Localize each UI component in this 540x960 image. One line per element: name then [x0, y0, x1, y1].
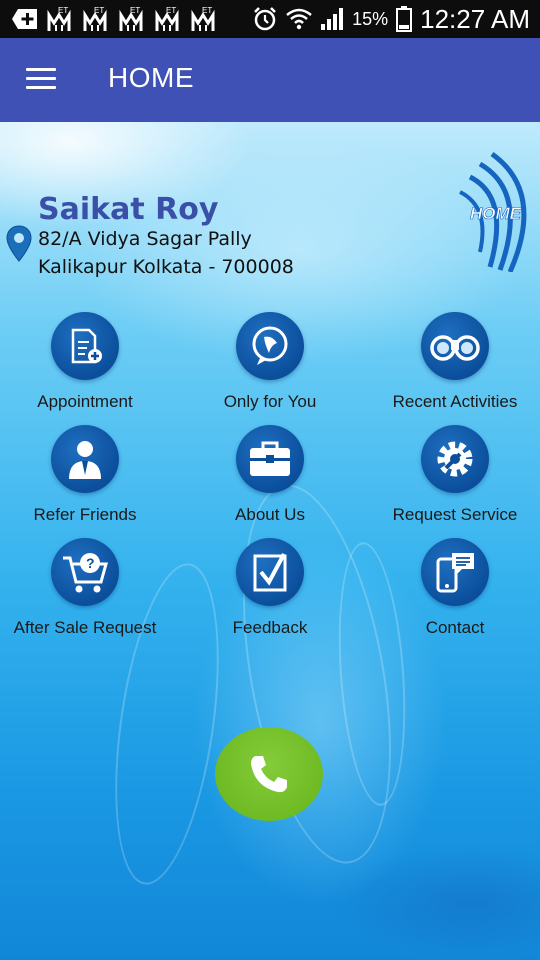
- page-title: HOME: [108, 62, 194, 93]
- binoculars-icon: [421, 312, 489, 380]
- menu-tile-label: Recent Activities: [392, 392, 518, 411]
- menu-tile-label: Contact: [425, 618, 485, 637]
- person-icon: [51, 425, 119, 493]
- battery-icon: [396, 6, 413, 32]
- add-notification-icon: [12, 8, 38, 30]
- menu-tile-recent-activities[interactable]: Recent Activities: [370, 312, 540, 412]
- menu-tile-after-sale-request[interactable]: ? After Sale Request: [0, 538, 170, 638]
- clock: 12:27 AM: [420, 3, 530, 34]
- appointment-icon: [51, 312, 119, 380]
- menu-tile-label: Refer Friends: [33, 505, 137, 524]
- home-content: Saikat Roy 82/A Vidya Sagar Pally Kalika…: [0, 122, 540, 960]
- menu-tile-feedback[interactable]: Feedback: [185, 538, 355, 638]
- user-name: Saikat Roy: [38, 192, 219, 227]
- phone-icon: [251, 756, 287, 793]
- menu-tile-appointment[interactable]: Appointment: [0, 312, 170, 412]
- cart-question-icon: ?: [51, 538, 119, 606]
- alarm-icon: [252, 6, 278, 32]
- menu-tile-about-us[interactable]: About Us: [185, 425, 355, 525]
- et-notification-icon: ET: [154, 5, 182, 33]
- menu-tile-label: Request Service: [392, 505, 518, 524]
- menu-tile-label: Only for You: [223, 392, 317, 411]
- address-line-2: Kalikapur Kolkata - 700008: [38, 256, 294, 278]
- chat-bubble-icon: [236, 312, 304, 380]
- et-notification-icon: ET: [118, 5, 146, 33]
- et-notification-icon: ET: [82, 5, 110, 33]
- menu-tile-contact[interactable]: Contact: [370, 538, 540, 638]
- signal-icon: [320, 7, 344, 31]
- svg-text:?: ?: [86, 555, 95, 571]
- menu-tile-label: Appointment: [37, 392, 133, 411]
- menu-tile-request-service[interactable]: Request Service: [370, 425, 540, 525]
- menu-tile-label: After Sale Request: [13, 618, 157, 637]
- phone-message-icon: [421, 538, 489, 606]
- checkbox-icon: [236, 538, 304, 606]
- briefcase-icon: [236, 425, 304, 493]
- gear-wrench-icon: [421, 425, 489, 493]
- menu-tile-label: Feedback: [232, 618, 308, 637]
- home-logo: HOME: [450, 151, 536, 277]
- hamburger-menu-icon[interactable]: [26, 68, 56, 90]
- call-button[interactable]: [215, 727, 323, 821]
- app-bar: HOME: [0, 38, 540, 122]
- svg-text:HOME: HOME: [470, 204, 522, 223]
- et-notification-icon: ET: [46, 5, 74, 33]
- wifi-icon: [286, 8, 312, 30]
- location-pin-icon: [6, 225, 32, 270]
- menu-tile-label: About Us: [235, 505, 305, 524]
- battery-percent: 15%: [352, 8, 389, 29]
- et-notification-icon: ET: [190, 5, 218, 33]
- menu-tile-only-for-you[interactable]: Only for You: [185, 312, 355, 412]
- menu-tile-refer-friends[interactable]: Refer Friends: [0, 425, 170, 525]
- status-bar: ET ET ET ET ET 15% 12:27 AM: [0, 0, 540, 38]
- address-line-1: 82/A Vidya Sagar Pally: [38, 228, 252, 250]
